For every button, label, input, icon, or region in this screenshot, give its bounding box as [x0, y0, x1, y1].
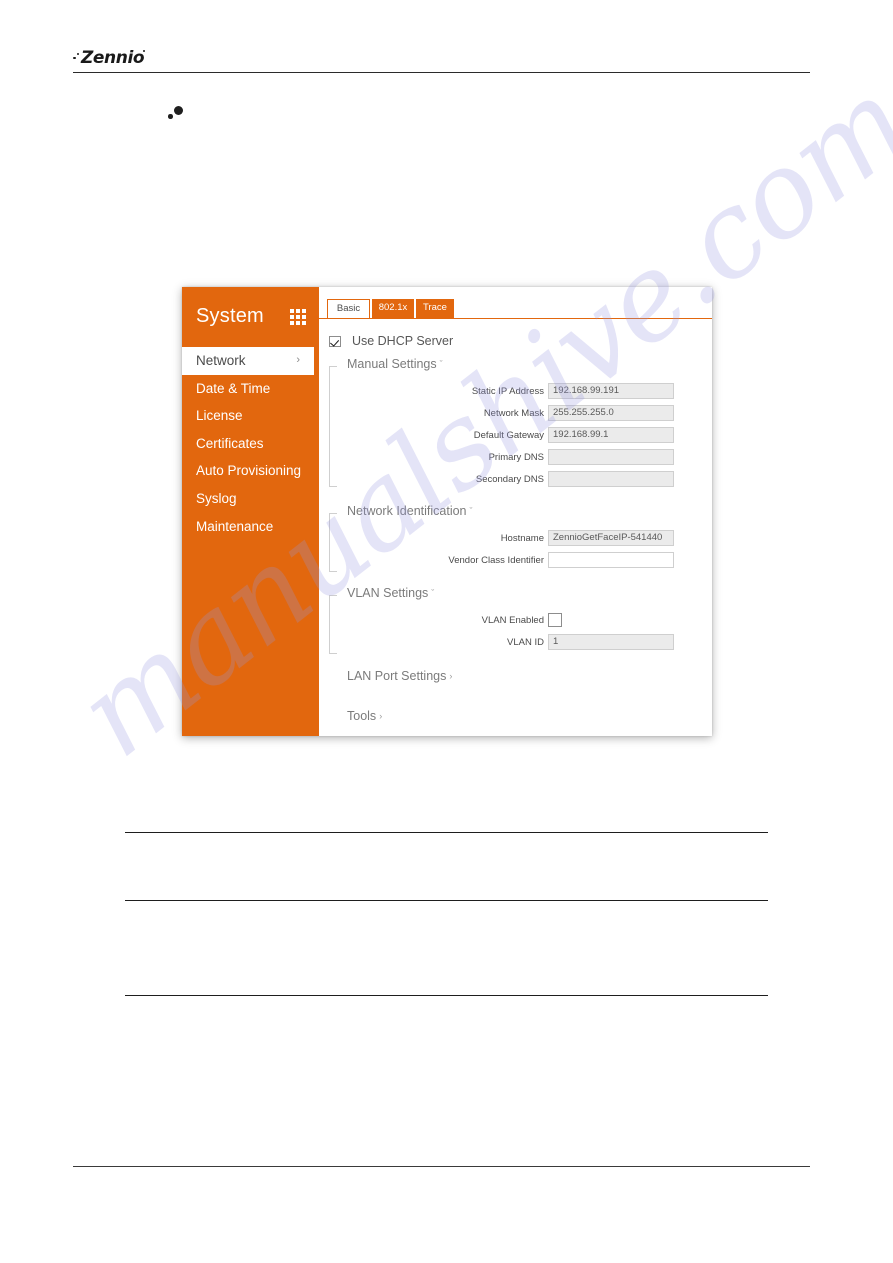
sidebar-item-auto-provisioning[interactable]: Auto Provisioning	[182, 457, 319, 485]
vlan-enabled-checkbox[interactable]	[548, 613, 562, 627]
network-mask-input[interactable]: 255.255.255.0	[548, 405, 674, 421]
tab-bar: Basic 802.1x Trace	[319, 299, 712, 319]
default-gateway-row: Default Gateway 192.168.99.1	[329, 427, 692, 444]
sidebar-item-label: Syslog	[196, 490, 237, 506]
brand-logo: Zennio	[81, 48, 145, 68]
sidebar: System Network › Date & Time License Cer…	[182, 287, 319, 736]
primary-dns-label: Primary DNS	[488, 452, 544, 463]
static-ip-address-label: Static IP Address	[471, 386, 544, 397]
use-dhcp-server-row[interactable]: Use DHCP Server	[329, 332, 454, 348]
sidebar-item-date-time[interactable]: Date & Time	[182, 375, 319, 403]
hostname-row: Hostname ZennioGetFaceIP-541440	[329, 530, 692, 547]
chevron-right-icon: ›	[449, 671, 453, 681]
secondary-dns-label: Secondary DNS	[475, 474, 544, 485]
chevron-right-icon: ›	[296, 354, 300, 366]
static-ip-address-input[interactable]: 192.168.99.191	[548, 383, 674, 399]
vlan-settings-group: VLAN Settings ˇ VLAN Enabled VLAN ID 1	[329, 586, 692, 654]
two-dot-bullet-icon	[168, 106, 186, 124]
chevron-down-icon: ˇ	[469, 506, 473, 516]
hostname-label: Hostname	[500, 533, 544, 544]
tools-section[interactable]: Tools ›	[347, 709, 382, 723]
primary-dns-row: Primary DNS	[329, 449, 692, 466]
network-mask-label: Network Mask	[483, 408, 544, 419]
use-dhcp-server-label: Use DHCP Server	[351, 334, 454, 348]
content-divider-2	[125, 900, 768, 901]
sidebar-item-network[interactable]: Network ›	[182, 347, 314, 375]
tab-trace[interactable]: Trace	[416, 299, 454, 318]
sidebar-item-license[interactable]: License	[182, 402, 319, 430]
lan-port-settings-section[interactable]: LAN Port Settings ›	[347, 669, 452, 683]
vlan-settings-title[interactable]: VLAN Settings ˇ	[347, 586, 434, 600]
chevron-down-icon: ˇ	[439, 359, 443, 369]
sidebar-item-label: Certificates	[196, 435, 264, 451]
chevron-down-icon: ˇ	[431, 588, 435, 598]
vlan-enabled-label: VLAN Enabled	[481, 615, 544, 626]
sidebar-item-certificates[interactable]: Certificates	[182, 430, 319, 458]
network-identification-title[interactable]: Network Identification ˇ	[347, 504, 473, 518]
header-divider	[73, 72, 810, 73]
vendor-class-identifier-row: Vendor Class Identifier	[329, 552, 692, 569]
content-divider-1	[125, 832, 768, 833]
network-identification-title-text: Network Identification	[347, 504, 467, 518]
manual-settings-title[interactable]: Manual Settings ˇ	[347, 357, 443, 371]
manual-settings-group: Manual Settings ˇ Static IP Address 192.1…	[329, 357, 692, 487]
content-pane: Basic 802.1x Trace Use DHCP Server Manua…	[319, 287, 712, 736]
vendor-class-identifier-label: Vendor Class Identifier	[448, 555, 544, 566]
vlan-id-input[interactable]: 1	[548, 634, 674, 650]
sidebar-item-maintenance[interactable]: Maintenance	[182, 513, 319, 541]
page-header: Zennio	[73, 48, 810, 76]
vlan-id-row: VLAN ID 1	[329, 634, 692, 651]
lan-port-settings-title-text: LAN Port Settings	[347, 669, 447, 683]
content-divider-3	[125, 995, 768, 996]
vlan-id-label: VLAN ID	[507, 637, 544, 648]
sidebar-item-label: Maintenance	[196, 518, 274, 534]
primary-dns-input[interactable]	[548, 449, 674, 465]
footer-divider	[73, 1166, 810, 1167]
tools-title-text: Tools	[347, 709, 377, 723]
sidebar-item-label: Date & Time	[196, 380, 271, 396]
secondary-dns-row: Secondary DNS	[329, 471, 692, 488]
chevron-right-icon: ›	[379, 711, 383, 721]
vlan-settings-title-text: VLAN Settings	[347, 586, 429, 600]
tab-8021x[interactable]: 802.1x	[372, 299, 414, 318]
device-web-ui-figure: System Network › Date & Time License Cer…	[182, 287, 712, 736]
network-mask-row: Network Mask 255.255.255.0	[329, 405, 692, 422]
secondary-dns-input[interactable]	[548, 471, 674, 487]
sidebar-title: System	[196, 305, 264, 327]
tab-basic[interactable]: Basic	[327, 299, 370, 318]
default-gateway-input[interactable]: 192.168.99.1	[548, 427, 674, 443]
vendor-class-identifier-input[interactable]	[548, 552, 674, 568]
vlan-enabled-row: VLAN Enabled	[329, 612, 692, 629]
manual-settings-title-text: Manual Settings	[347, 357, 437, 371]
sidebar-item-syslog[interactable]: Syslog	[182, 485, 319, 513]
tab-bar-underline	[319, 317, 712, 319]
grid-apps-icon[interactable]	[290, 309, 306, 325]
static-ip-address-row: Static IP Address 192.168.99.191	[329, 383, 692, 400]
sidebar-item-label: Network	[196, 353, 246, 368]
default-gateway-label: Default Gateway	[473, 430, 544, 441]
network-identification-group: Network Identification ˇ Hostname ZennioG…	[329, 504, 692, 572]
sidebar-item-label: Auto Provisioning	[196, 463, 302, 479]
sidebar-item-label: License	[196, 408, 243, 424]
hostname-input[interactable]: ZennioGetFaceIP-541440	[548, 530, 674, 546]
use-dhcp-server-checkbox[interactable]	[329, 335, 341, 347]
sidebar-nav: Network › Date & Time License Certificat…	[182, 347, 319, 540]
